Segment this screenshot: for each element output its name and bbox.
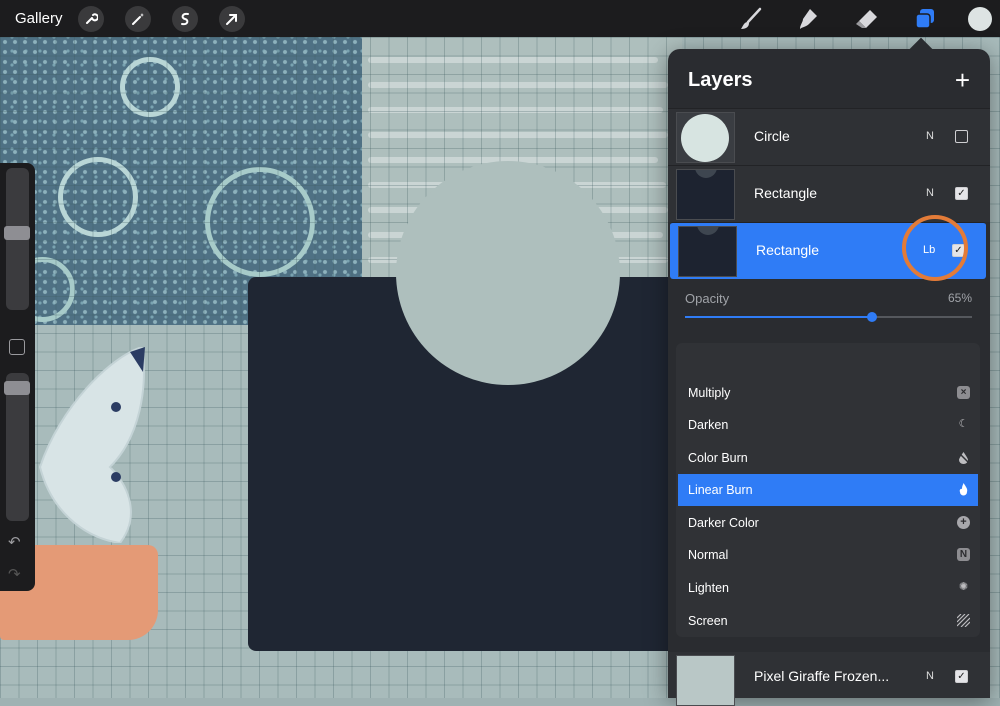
layer-thumbnail (678, 226, 737, 277)
blend-name: Lighten (688, 581, 730, 595)
transform-arrow-icon[interactable] (218, 5, 245, 32)
layers-title: Layers (688, 69, 753, 91)
blend-item-color-burn[interactable]: Color Burn (678, 442, 978, 474)
blend-name: Normal (688, 548, 729, 562)
blend-item-normal[interactable]: Normal N (678, 539, 978, 571)
sun-icon: ✺ (958, 581, 969, 593)
redo-icon[interactable]: ↷ (8, 565, 21, 583)
layer-blend-mode[interactable]: N (926, 670, 934, 682)
blend-item-screen[interactable]: Screen (678, 605, 978, 637)
blend-mode-list: Multiply × Darken ☾ Color Burn Linear Bu… (676, 343, 980, 637)
layer-name: Circle (754, 128, 790, 144)
layer-row-rectangle-selected[interactable]: Rectangle Lb ✓ (670, 215, 986, 281)
blend-item-darken[interactable]: Darken ☾ (678, 409, 978, 441)
layer-row-rectangle[interactable]: Rectangle N ✓ (668, 165, 990, 222)
visibility-checkbox[interactable] (955, 130, 968, 143)
left-sidebar: ↶ ↷ (0, 163, 35, 591)
layer-thumbnail (676, 169, 735, 220)
undo-icon[interactable]: ↶ (8, 533, 21, 551)
blend-name: Color Burn (688, 451, 748, 465)
burn-drop-icon (957, 451, 970, 464)
blend-item-darker-color[interactable]: Darker Color + (678, 507, 978, 539)
layer-name: Rectangle (754, 185, 818, 201)
butterfly-artwork (38, 347, 145, 543)
normal-n-icon: N (957, 548, 970, 561)
eraser-icon[interactable] (852, 4, 882, 34)
brush-icon[interactable] (736, 4, 766, 34)
opacity-fill (685, 316, 872, 318)
layer-blend-mode[interactable]: N (926, 187, 934, 199)
blend-name: Darker Color (688, 516, 759, 530)
circle-cutout-shape (396, 161, 620, 385)
magic-wand-icon[interactable] (124, 5, 151, 32)
opacity-value: 65% (947, 291, 972, 305)
layer-row-circle[interactable]: Circle N (668, 108, 990, 165)
opacity-label: Opacity (685, 291, 730, 306)
visibility-checkbox[interactable]: ✓ (955, 187, 968, 200)
blend-item-multiply[interactable]: Multiply × (678, 377, 978, 409)
layer-blend-mode[interactable]: N (926, 130, 934, 142)
multiply-icon: × (957, 386, 970, 399)
layer-row-pixel-giraffe[interactable]: Pixel Giraffe Frozen... N ✓ (668, 652, 990, 706)
opacity-slider[interactable] (685, 312, 972, 322)
plus-circle-icon: + (957, 516, 970, 529)
moon-icon: ☾ (958, 418, 969, 430)
blend-name: Multiply (688, 386, 731, 400)
flame-icon (957, 483, 970, 496)
visibility-checkbox[interactable]: ✓ (955, 670, 968, 683)
top-toolbar: Gallery (0, 0, 1000, 37)
smudge-icon[interactable] (794, 4, 824, 34)
layers-icon[interactable] (910, 4, 940, 34)
hatch-icon (956, 613, 971, 628)
layer-thumbnail (676, 655, 735, 706)
right-tool-group (708, 0, 992, 37)
brush-size-thumb[interactable] (4, 226, 30, 240)
opacity-knob[interactable] (866, 312, 877, 322)
modify-button[interactable] (9, 339, 25, 355)
brush-opacity-thumb[interactable] (4, 381, 30, 395)
color-picker-well[interactable] (968, 6, 992, 31)
blend-item-lighten[interactable]: Lighten ✺ (678, 572, 978, 604)
gallery-button[interactable]: Gallery (15, 10, 63, 27)
blend-name: Darken (688, 418, 729, 432)
layer-thumbnail (676, 112, 735, 163)
brush-size-slider[interactable] (4, 168, 30, 310)
brush-opacity-slider[interactable] (4, 373, 30, 521)
plus-icon[interactable]: + (955, 65, 970, 96)
blend-name: Screen (688, 614, 728, 628)
selection-icon[interactable] (171, 5, 198, 32)
highlight-ring (902, 215, 968, 281)
blend-item-linear-burn[interactable]: Linear Burn (678, 474, 978, 506)
layers-panel: Layers + Circle N Rectangle N ✓ Rectangl… (668, 37, 990, 706)
blend-name: Linear Burn (688, 483, 753, 497)
layer-name: Rectangle (756, 242, 820, 258)
layer-name: Pixel Giraffe Frozen... (754, 668, 890, 684)
wrench-icon[interactable] (77, 5, 104, 32)
